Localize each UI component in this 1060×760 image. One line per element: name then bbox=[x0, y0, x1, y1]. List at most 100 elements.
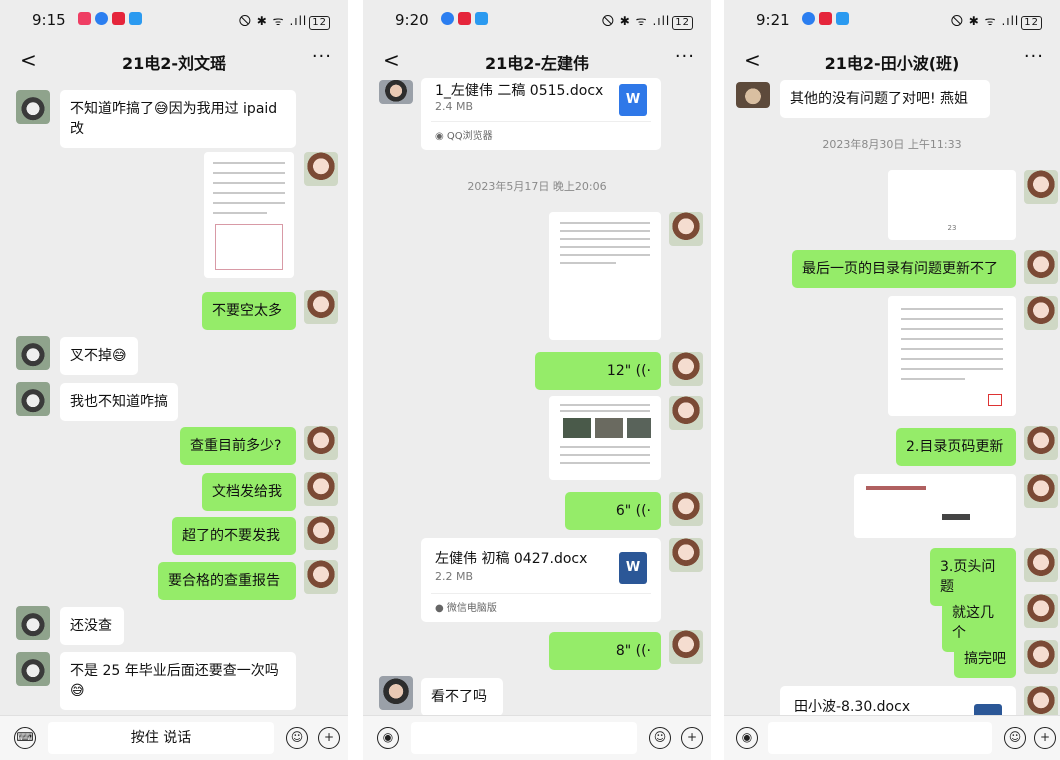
plus-icon[interactable]: + bbox=[1034, 727, 1056, 749]
image-message[interactable] bbox=[854, 474, 1016, 538]
voice-input-icon[interactable]: ◉ bbox=[377, 727, 399, 749]
my-avatar[interactable] bbox=[1024, 594, 1058, 628]
message-bubble: 叉不掉😅 bbox=[60, 337, 138, 375]
contact-avatar[interactable] bbox=[16, 652, 50, 686]
app-notification-icon bbox=[78, 12, 91, 25]
contact-avatar[interactable] bbox=[379, 676, 413, 710]
message-bubble: 我也不知道咋搞 bbox=[60, 383, 178, 421]
my-avatar[interactable] bbox=[304, 516, 338, 550]
plus-icon[interactable]: + bbox=[318, 727, 340, 749]
message-bubble: 不知道咋搞了😅因为我用过 ipaid 改 bbox=[60, 90, 296, 148]
message-bubble: 还没查 bbox=[60, 607, 124, 645]
message-bubble: 查重目前多少? bbox=[180, 427, 296, 465]
my-avatar[interactable] bbox=[1024, 250, 1058, 284]
my-avatar[interactable] bbox=[1024, 296, 1058, 330]
file-message[interactable]: 左健伟 初稿 0427.docx 2.2 MB W ● 微信电脑版 bbox=[421, 538, 661, 622]
word-document-icon: W bbox=[619, 84, 647, 116]
timestamp: 2023年5月17日 晚上20:06 bbox=[467, 180, 607, 193]
my-avatar[interactable] bbox=[669, 212, 703, 246]
keyboard-icon[interactable]: ⌨ bbox=[14, 727, 36, 749]
notification-icons bbox=[78, 12, 142, 25]
image-message[interactable] bbox=[204, 152, 294, 278]
my-avatar[interactable] bbox=[669, 352, 703, 386]
signal-icons: 🛇 ✱ ᯤ .ıll 12 bbox=[602, 12, 693, 33]
my-avatar[interactable] bbox=[1024, 640, 1058, 674]
chat-header: < 21电2-刘文瑶 ··· bbox=[0, 40, 348, 82]
my-avatar[interactable] bbox=[669, 396, 703, 430]
message-bubble: 2.目录页码更新 bbox=[896, 428, 1016, 466]
app-notification-icon bbox=[836, 12, 849, 25]
chat-input-bar: ⌨ 按住 说话 ☺ + bbox=[0, 715, 348, 760]
file-name: 左健伟 初稿 0427.docx bbox=[435, 551, 588, 567]
image-message[interactable] bbox=[549, 212, 661, 340]
file-size: 2.4 MB bbox=[435, 100, 474, 113]
status-bar: 9:20 🛇 ✱ ᯤ .ıll 12 bbox=[363, 0, 711, 40]
emoji-icon[interactable]: ☺ bbox=[649, 727, 671, 749]
contact-avatar[interactable] bbox=[16, 606, 50, 640]
image-message[interactable] bbox=[549, 396, 661, 480]
app-notification-icon bbox=[95, 12, 108, 25]
hold-to-talk-button[interactable]: 按住 说话 bbox=[48, 722, 274, 754]
my-avatar[interactable] bbox=[1024, 170, 1058, 204]
chat-screen-3: 9:21 🛇 ✱ ᯤ .ıll 12 < 21电2-田小波(班) ··· 其他的没… bbox=[724, 0, 1060, 760]
my-avatar[interactable] bbox=[669, 492, 703, 526]
contact-avatar[interactable] bbox=[16, 336, 50, 370]
my-avatar[interactable] bbox=[304, 426, 338, 460]
voice-input-icon[interactable]: ◉ bbox=[736, 727, 758, 749]
emoji-icon[interactable]: ☺ bbox=[1004, 727, 1026, 749]
timestamp: 2023年8月30日 上午11:33 bbox=[822, 138, 962, 151]
my-avatar[interactable] bbox=[304, 290, 338, 324]
message-bubble: 看不了吗 bbox=[421, 678, 503, 716]
more-options-icon[interactable]: ··· bbox=[312, 46, 332, 67]
more-options-icon[interactable]: ··· bbox=[675, 46, 695, 67]
contact-avatar[interactable] bbox=[16, 90, 50, 124]
word-document-icon: W bbox=[619, 552, 647, 584]
voice-message[interactable]: 12" ((· bbox=[535, 352, 661, 390]
voice-message[interactable]: 6" ((· bbox=[565, 492, 661, 530]
page-number: 23 bbox=[947, 224, 957, 232]
chat-input-bar: ◉ ☺ + bbox=[724, 715, 1060, 760]
message-input[interactable] bbox=[768, 722, 992, 754]
status-time: 9:15 bbox=[32, 11, 66, 29]
chat-header: < 21电2-田小波(班) ··· bbox=[724, 40, 1060, 82]
contact-avatar[interactable] bbox=[379, 80, 413, 104]
more-options-icon[interactable]: ··· bbox=[1024, 46, 1044, 67]
contact-avatar[interactable] bbox=[16, 382, 50, 416]
file-size: 2.2 MB bbox=[435, 570, 474, 583]
signal-icons: 🛇 ✱ ᯤ .ıll 12 bbox=[239, 12, 330, 33]
chat-screen-2: 9:20 🛇 ✱ ᯤ .ıll 12 < 21电2-左建伟 ··· 1_左健伟 二… bbox=[363, 0, 711, 760]
my-avatar[interactable] bbox=[304, 472, 338, 506]
status-bar: 9:15 🛇 ✱ ᯤ .ıll 12 bbox=[0, 0, 348, 40]
app-notification-icon bbox=[129, 12, 142, 25]
chat-header: < 21电2-左建伟 ··· bbox=[363, 40, 711, 82]
status-time: 9:21 bbox=[756, 11, 790, 29]
my-avatar[interactable] bbox=[304, 152, 338, 186]
image-message[interactable]: 23 bbox=[888, 170, 1016, 240]
my-avatar[interactable] bbox=[1024, 548, 1058, 582]
battery-icon: 12 bbox=[309, 16, 330, 30]
message-bubble: 最后一页的目录有问题更新不了 bbox=[792, 250, 1016, 288]
contact-avatar[interactable] bbox=[736, 82, 770, 108]
file-message[interactable]: 1_左健伟 二稿 0515.docx 2.4 MB W ◉ QQ浏览器 bbox=[421, 78, 661, 150]
my-avatar[interactable] bbox=[669, 538, 703, 572]
emoji-icon[interactable]: ☺ bbox=[286, 727, 308, 749]
notification-icons bbox=[441, 12, 488, 25]
chat-title: 21电2-刘文瑶 bbox=[121, 54, 227, 73]
battery-icon: 12 bbox=[1021, 16, 1042, 30]
image-message[interactable] bbox=[888, 296, 1016, 416]
status-time: 9:20 bbox=[395, 11, 429, 29]
my-avatar[interactable] bbox=[1024, 426, 1058, 460]
message-bubble: 不要空太多 bbox=[202, 292, 296, 330]
my-avatar[interactable] bbox=[304, 560, 338, 594]
my-avatar[interactable] bbox=[669, 630, 703, 664]
plus-icon[interactable]: + bbox=[681, 727, 703, 749]
app-notification-icon bbox=[441, 12, 454, 25]
notification-icons bbox=[802, 12, 849, 25]
file-name: 田小波-8.30.docx bbox=[794, 699, 911, 715]
my-avatar[interactable] bbox=[1024, 474, 1058, 508]
chat-title: 21电2-左建伟 bbox=[484, 54, 590, 73]
voice-message[interactable]: 8" ((· bbox=[549, 632, 661, 670]
message-input[interactable] bbox=[411, 722, 637, 754]
file-name: 1_左健伟 二稿 0515.docx bbox=[435, 83, 604, 99]
message-bubble: 其他的没有问题了对吧! 燕姐 bbox=[780, 80, 990, 118]
